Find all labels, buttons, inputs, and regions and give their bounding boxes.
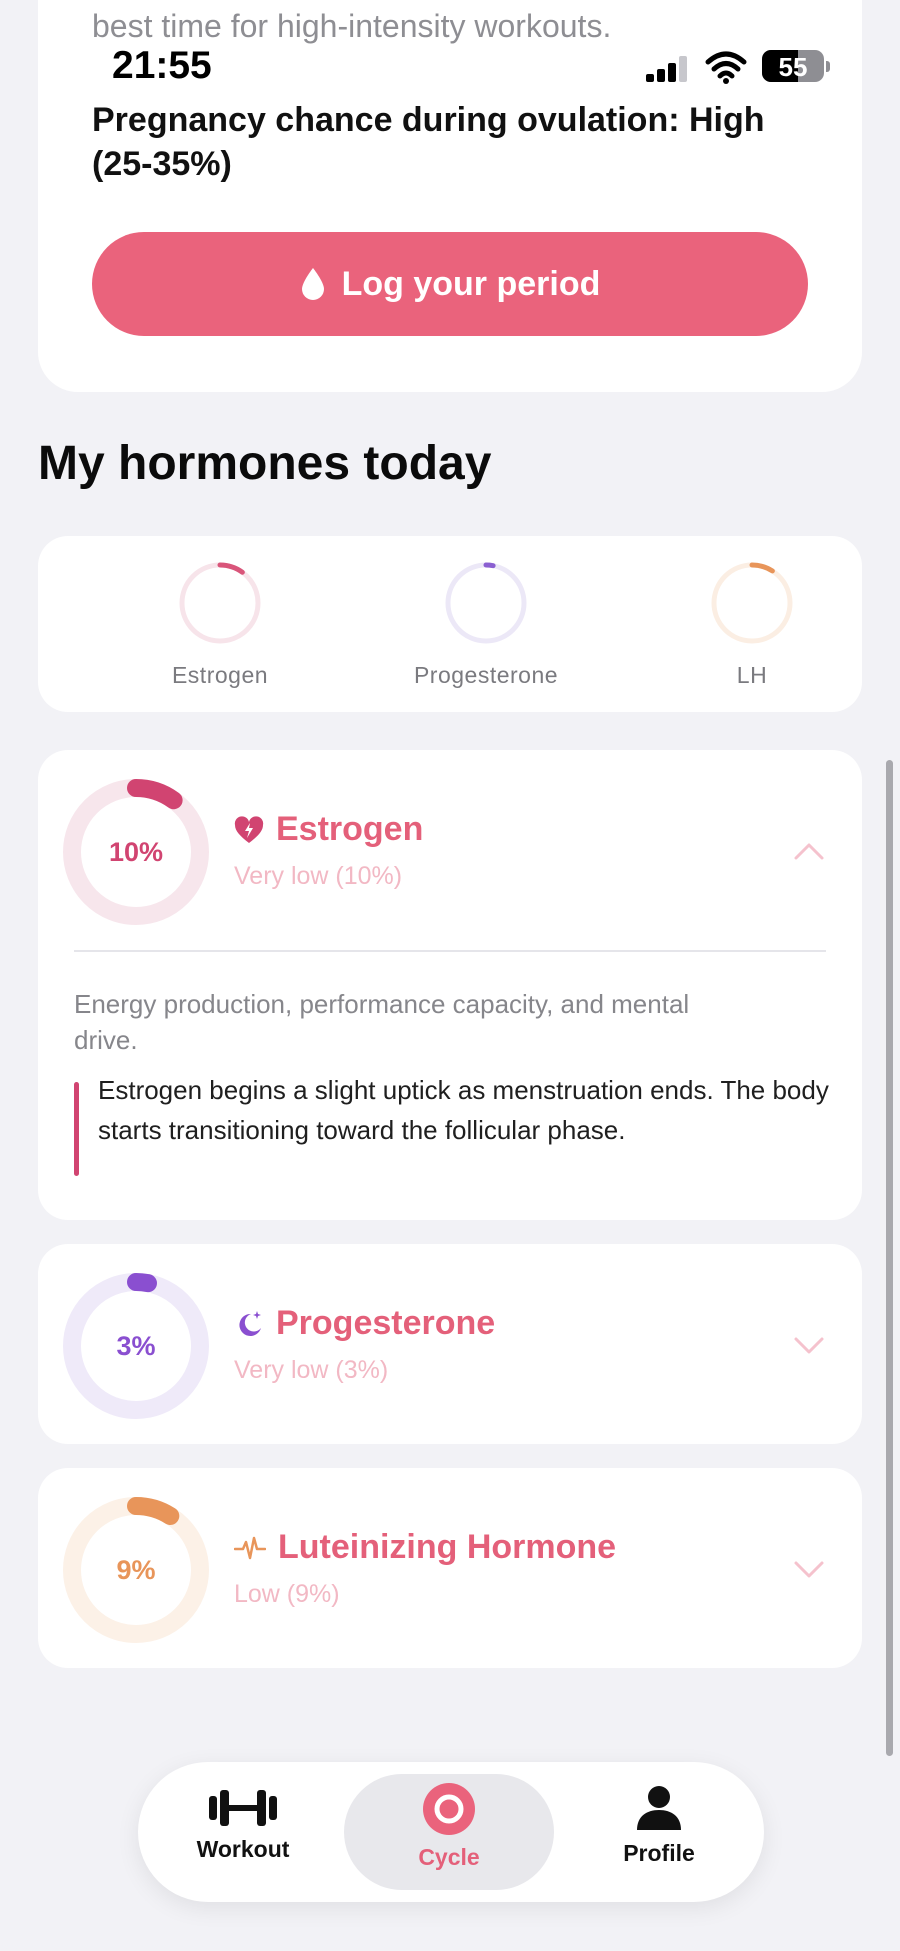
progesterone-ring: 3% [60,1270,212,1422]
battery-level: 55 [778,52,808,82]
battery-icon: 55 [762,50,824,82]
note-accent-bar [74,1082,79,1176]
hormone-card-progesterone[interactable]: 3% Progesterone Very low (3%) [38,1244,862,1444]
lh-value: 9% [116,1554,156,1585]
lh-name: Luteinizing Hormone [278,1528,617,1566]
person-icon [637,1786,681,1830]
lh-status: Low (9%) [234,1580,340,1608]
tab-label-workout: Workout [196,1836,290,1862]
summary-label-progesterone: Progesterone [413,662,559,688]
estrogen-ring: 10% [60,776,212,928]
progesterone-title: Progesterone [234,1304,495,1343]
scrollbar[interactable] [886,760,893,1756]
hormone-summary-card: Estrogen Progesterone LH [38,536,862,712]
lh-mini-ring [711,562,793,644]
cellular-signal-icon [646,56,690,82]
tab-label-cycle: Cycle [418,1844,480,1870]
tab-profile[interactable]: Profile [554,1774,764,1890]
status-time: 21:55 [112,44,212,87]
log-period-label: Log your period [341,264,601,303]
estrogen-title: Estrogen [234,810,423,849]
log-period-button[interactable]: Log your period [92,232,808,336]
drop-icon [301,268,324,300]
hormone-card-estrogen[interactable]: 10% Estrogen Very low (10%) Energy produ… [38,750,862,1220]
status-bar: 21:55 55 [0,0,900,100]
hormone-card-lh[interactable]: 9% Luteinizing Hormone Low (9%) [38,1468,862,1668]
heart-bolt-icon [234,815,264,843]
estrogen-note-text: Estrogen begins a slight uptick as menst… [98,1075,829,1145]
cycle-ring-icon [423,1783,475,1835]
estrogen-name: Estrogen [276,810,424,848]
summary-label-lh: LH [736,662,768,688]
tab-cycle[interactable]: Cycle [344,1774,554,1890]
chevron-up-icon[interactable] [792,840,826,862]
estrogen-note: Estrogen begins a slight uptick as menst… [74,1070,834,1176]
pregnancy-chance-text: Pregnancy chance during ovulation: High … [92,101,765,183]
summary-label-estrogen: Estrogen [171,662,269,688]
summary-estrogen[interactable]: Estrogen [120,560,320,689]
chevron-down-icon[interactable] [792,1558,826,1580]
lh-title: Luteinizing Hormone [234,1528,616,1567]
dumbbell-icon [209,1790,277,1826]
tab-workout[interactable]: Workout [138,1774,348,1890]
progesterone-value: 3% [116,1330,156,1361]
lh-ring: 9% [60,1494,212,1646]
tab-label-profile: Profile [623,1840,695,1866]
estrogen-description: Energy production, performance capacity,… [74,989,690,1055]
summary-progesterone[interactable]: Progesterone [386,560,586,689]
moon-sparkle-icon [239,1310,261,1336]
section-title: My hormones today [38,437,492,490]
tab-bar: Workout Cycle Profile [138,1762,764,1902]
progesterone-status: Very low (3%) [234,1356,389,1384]
estrogen-mini-ring [179,562,261,644]
chevron-down-icon[interactable] [792,1334,826,1356]
summary-lh[interactable]: LH [652,560,852,689]
divider [74,950,826,952]
progesterone-mini-ring [445,562,527,644]
wifi-icon [705,51,747,84]
pulse-icon [234,1536,266,1559]
estrogen-status: Very low (10%) [234,862,403,890]
progesterone-name: Progesterone [276,1304,496,1342]
battery-cap [826,61,830,72]
estrogen-value: 10% [108,836,164,867]
